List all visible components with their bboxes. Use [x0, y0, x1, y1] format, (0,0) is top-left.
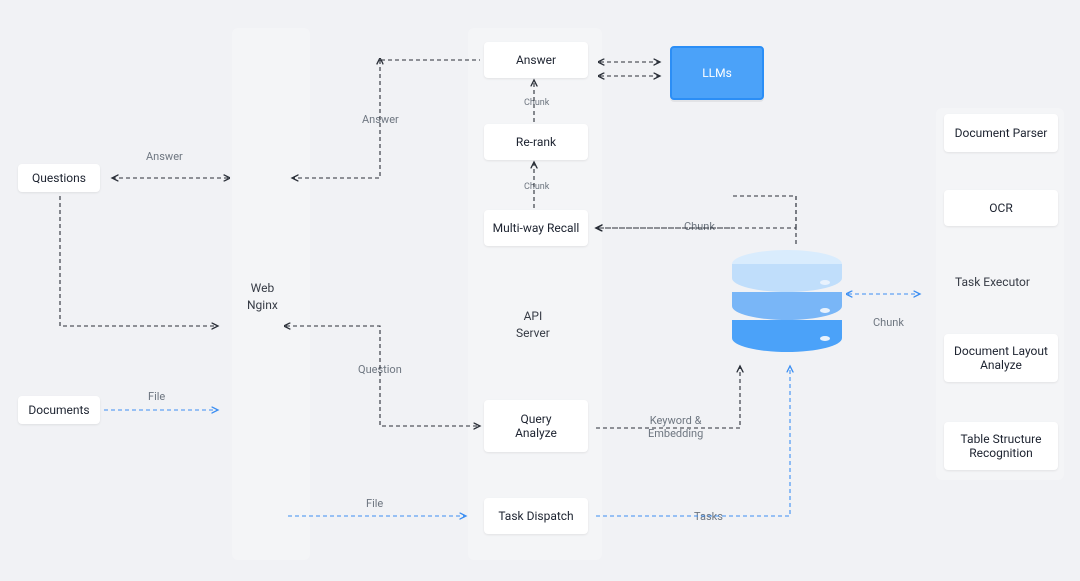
edge-label-tasks: Tasks [694, 510, 723, 523]
document-parser-node: Document Parser [944, 114, 1058, 152]
edge-label-answer-left: Answer [146, 150, 183, 163]
edge-label-file-mid: File [366, 497, 383, 510]
edge-label-chunk-right: Chunk [873, 316, 904, 329]
diagram-canvas: Web Nginx API Server Questions Documents… [0, 0, 1080, 581]
answer-node: Answer [484, 42, 588, 78]
edge-label-answer-mid: Answer [362, 113, 399, 126]
multiway-recall-node: Multi-way Recall [484, 210, 588, 246]
task-executor-label: Task Executor [955, 274, 1030, 291]
database-icon [732, 250, 842, 360]
table-struct-node: Table Structure Recognition [944, 422, 1058, 470]
edge-label-question-mid: Question [358, 363, 402, 376]
query-analyze-node: Query Analyze [484, 400, 588, 452]
edge-label-chunk2: Chunk [524, 182, 549, 192]
questions-text: Questions [32, 171, 86, 185]
documents-node: Documents [18, 396, 100, 424]
ocr-node: OCR [944, 190, 1058, 226]
llms-node: LLMs [670, 46, 764, 100]
edge-label-file-left: File [148, 390, 165, 403]
edge-label-chunk1: Chunk [524, 98, 549, 108]
questions-node: Questions [18, 164, 100, 192]
web-nginx-label: Web Nginx [247, 280, 278, 314]
edge-label-keyword-emb: Keyword & Embedding [648, 414, 703, 440]
layout-analyze-node: Document Layout Analyze [944, 334, 1058, 382]
api-server-label: API Server [516, 308, 550, 342]
rerank-node: Re-rank [484, 124, 588, 160]
task-dispatch-node: Task Dispatch [484, 498, 588, 534]
edge-label-chunk-db: Chunk [684, 220, 715, 233]
documents-text: Documents [28, 403, 89, 417]
